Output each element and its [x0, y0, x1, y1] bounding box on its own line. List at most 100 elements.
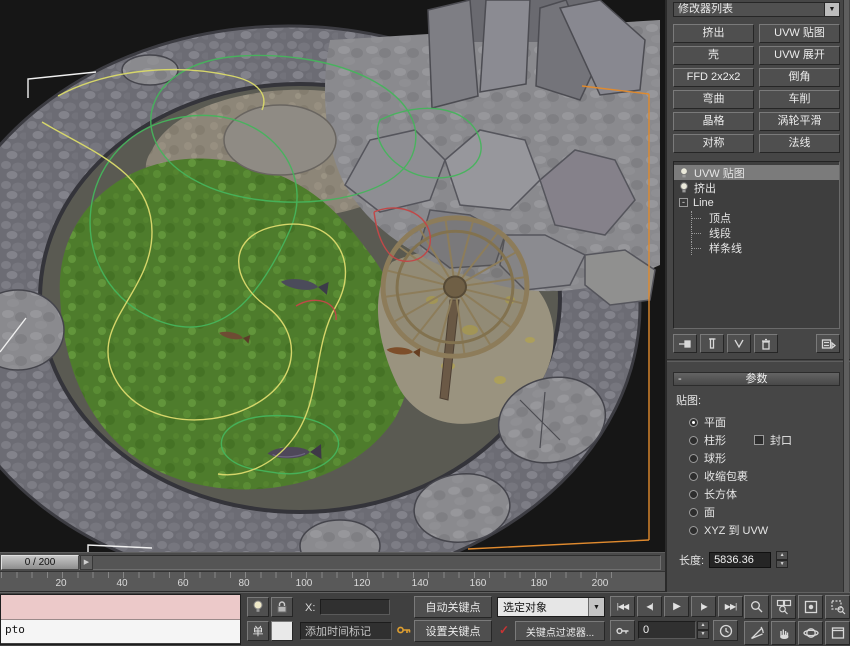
visibility-bulb-icon[interactable] — [679, 182, 689, 194]
modifier-button-extrude[interactable]: 挤出 — [673, 24, 754, 43]
zoom-region-button[interactable] — [825, 595, 850, 619]
field-of-view-icon — [749, 625, 765, 641]
pin-stack-button[interactable] — [673, 334, 697, 353]
modifier-button-unwrap-uvw[interactable]: UVW 展开 — [759, 46, 840, 65]
radio-spherical-icon[interactable] — [689, 454, 698, 463]
make-unique-button[interactable] — [727, 334, 751, 353]
length-field[interactable]: 5836.36 — [709, 552, 771, 568]
prompt-mode-button[interactable]: 单 — [247, 621, 269, 641]
modifier-button-shell[interactable]: 壳 — [673, 46, 754, 65]
option-box[interactable]: 长方体 — [673, 485, 840, 503]
key-filters-check-icon[interactable]: ✓ — [499, 623, 509, 637]
maximize-viewport-button[interactable] — [825, 621, 850, 645]
modifier-button-turbosmooth[interactable]: 涡轮平滑 — [759, 112, 840, 131]
modifier-button-lattice[interactable]: 晶格 — [673, 112, 754, 131]
radio-box-icon[interactable] — [689, 490, 698, 499]
tick-label: 140 — [412, 578, 429, 589]
stack-item-line[interactable]: - Line — [674, 195, 839, 210]
spinner-down-icon[interactable]: ▼ — [776, 560, 788, 569]
set-key-button[interactable]: 设置关键点 — [414, 620, 492, 642]
set-key-button-icon[interactable] — [396, 622, 412, 640]
remove-modifier-button[interactable] — [754, 334, 778, 353]
make-unique-icon — [731, 336, 747, 352]
show-end-result-icon — [704, 336, 720, 352]
chevron-down-icon[interactable]: ▼ — [824, 3, 839, 16]
time-slider-handle[interactable]: 0 / 200 — [1, 555, 79, 570]
modifier-button-bevel[interactable]: 倒角 — [759, 68, 840, 87]
listener-output-row[interactable]: pto — [1, 620, 240, 643]
stack-item-label: 顶点 — [709, 210, 731, 226]
maxscript-mini-listener[interactable]: pto — [0, 594, 241, 645]
visibility-bulb-icon[interactable] — [679, 167, 689, 179]
chevron-down-icon[interactable]: ▼ — [588, 598, 604, 616]
time-slider-track[interactable] — [1, 555, 661, 570]
radio-shrink-wrap-icon[interactable] — [689, 472, 698, 481]
orbit-button[interactable] — [798, 621, 823, 645]
modifier-button-bend[interactable]: 弯曲 — [673, 90, 754, 109]
field-of-view-button[interactable] — [744, 621, 769, 645]
modifier-list-dropdown[interactable]: 修改器列表 ▼ — [673, 2, 840, 17]
rollout-collapse-icon[interactable]: - — [678, 373, 682, 385]
zoom-all-button[interactable] — [771, 595, 796, 619]
option-label: XYZ 到 UVW — [704, 522, 768, 538]
radio-planar-icon[interactable] — [689, 418, 698, 427]
option-xyz-to-uvw[interactable]: XYZ 到 UVW — [673, 521, 840, 539]
pan-button[interactable] — [771, 621, 796, 645]
spinner-up-icon[interactable]: ▲ — [697, 621, 709, 630]
zoom-extents-button[interactable] — [798, 595, 823, 619]
stack-item-extrude[interactable]: 挤出 — [674, 180, 839, 195]
stack-item-label: 挤出 — [694, 180, 716, 196]
modifier-button-normal[interactable]: 法线 — [759, 134, 840, 153]
spinner-down-icon[interactable]: ▼ — [697, 630, 709, 639]
radio-face-icon[interactable] — [689, 508, 698, 517]
tree-branch-icon — [691, 241, 704, 255]
listener-macro-row[interactable] — [1, 595, 240, 620]
option-planar[interactable]: 平面 — [673, 413, 840, 431]
stack-item-uvw-map[interactable]: UVW 贴图 — [674, 165, 839, 180]
key-mode-toggle-button[interactable] — [610, 620, 635, 641]
option-spherical[interactable]: 球形 — [673, 449, 840, 467]
time-configuration-button[interactable] — [713, 620, 738, 641]
panel-scrollbar[interactable] — [843, 0, 849, 592]
key-filters-button[interactable]: 关键点过滤器... — [515, 621, 605, 641]
show-end-result-button[interactable] — [700, 334, 724, 353]
play-animation-button[interactable]: ▶ — [664, 596, 689, 617]
option-label: 长方体 — [704, 486, 737, 502]
go-to-start-button[interactable]: |◀◀ — [610, 596, 635, 617]
next-frame-arrow-icon[interactable]: ▶ — [80, 555, 93, 570]
tick-label: 20 — [55, 578, 66, 589]
selection-lock-button[interactable] — [271, 597, 293, 617]
track-bar[interactable]: 20 40 60 80 100 120 140 160 180 200 — [0, 571, 665, 592]
option-cylindrical[interactable]: 柱形 封口 — [673, 431, 840, 449]
modifier-button-symmetry[interactable]: 对称 — [673, 134, 754, 153]
auto-key-button[interactable]: 自动关键点 — [414, 596, 492, 618]
radio-xyz-uvw-icon[interactable] — [689, 526, 698, 535]
isolate-selection-button[interactable] — [247, 597, 269, 617]
spinner-up-icon[interactable]: ▲ — [776, 551, 788, 560]
cap-checkbox[interactable] — [754, 435, 764, 445]
selection-set-dropdown[interactable]: 选定对象 ▼ — [497, 597, 605, 617]
time-tag-field[interactable]: 添加时间标记 — [300, 622, 392, 640]
zoom-button[interactable] — [744, 595, 769, 619]
viewport-scene — [0, 0, 665, 552]
modifier-button-ffd[interactable]: FFD 2x2x2 — [673, 68, 754, 87]
modifier-button-uvw-map[interactable]: UVW 贴图 — [759, 24, 840, 43]
parameters-rollout-header[interactable]: - 参数 — [673, 372, 840, 386]
next-frame-button[interactable]: |▶ — [691, 596, 716, 617]
collapse-icon[interactable]: - — [679, 198, 688, 207]
stack-subobject-vertex[interactable]: 顶点 — [674, 210, 839, 225]
stack-subobject-spline[interactable]: 样条线 — [674, 240, 839, 255]
radio-cylindrical-icon[interactable] — [689, 436, 698, 445]
previous-frame-button[interactable]: ◀| — [637, 596, 662, 617]
modifier-button-lathe[interactable]: 车削 — [759, 90, 840, 109]
option-face[interactable]: 面 — [673, 503, 840, 521]
maximize-viewport-icon — [830, 625, 846, 641]
stack-subobject-segment[interactable]: 线段 — [674, 225, 839, 240]
go-to-end-button[interactable]: ▶▶| — [718, 596, 743, 617]
color-swatch-button[interactable] — [271, 621, 293, 641]
perspective-viewport[interactable] — [0, 0, 665, 552]
configure-modifier-sets-button[interactable] — [816, 334, 840, 353]
current-frame-field[interactable]: 0 — [638, 621, 696, 639]
x-coordinate-field[interactable] — [320, 599, 390, 615]
option-shrink-wrap[interactable]: 收缩包裹 — [673, 467, 840, 485]
